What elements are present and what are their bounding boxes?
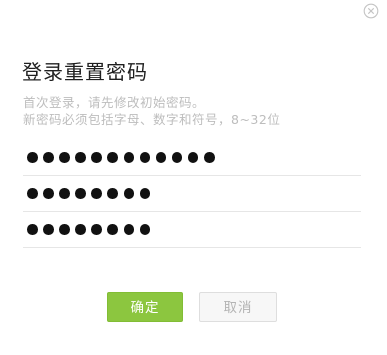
password-dot (59, 188, 70, 199)
password-dot (91, 152, 102, 163)
password-dot (59, 152, 70, 163)
password-dot (107, 188, 118, 199)
password-dot (187, 152, 199, 163)
confirm-button[interactable]: 确定 (107, 292, 183, 322)
password-dot (43, 224, 54, 235)
password-mask (27, 152, 215, 164)
password-dot (91, 224, 102, 235)
password-dot (123, 188, 135, 199)
reset-password-dialog: 登录重置密码 首次登录，请先修改初始密码。 新密码必须包括字母、数字和符号，8~… (0, 0, 387, 355)
password-dot (27, 152, 38, 163)
password-mask (27, 224, 151, 236)
password-dot (123, 152, 135, 163)
new-password-field[interactable] (23, 175, 361, 212)
close-icon[interactable] (363, 3, 379, 19)
password-dot (75, 152, 86, 163)
confirm-password-field[interactable] (23, 211, 361, 248)
dialog-title: 登录重置密码 (22, 60, 148, 84)
password-dot (139, 152, 151, 163)
password-dot (75, 224, 86, 235)
password-dot (43, 152, 54, 163)
password-dot (155, 152, 167, 163)
password-mask (27, 188, 151, 200)
password-dot (107, 224, 118, 235)
password-dot (107, 152, 118, 163)
password-dot (139, 188, 151, 199)
password-dot (204, 152, 215, 163)
password-dot (59, 224, 70, 235)
password-dot (43, 188, 54, 199)
password-dot (75, 188, 86, 199)
password-dot (91, 188, 102, 199)
hint-text-line2: 新密码必须包括字母、数字和符号，8~32位 (23, 112, 281, 127)
password-dot (27, 188, 38, 199)
password-dot (171, 152, 183, 163)
password-dot (27, 224, 38, 235)
password-dot (123, 224, 135, 235)
password-dot (139, 224, 151, 235)
cancel-button[interactable]: 取消 (199, 292, 277, 322)
current-password-field[interactable] (23, 139, 361, 176)
